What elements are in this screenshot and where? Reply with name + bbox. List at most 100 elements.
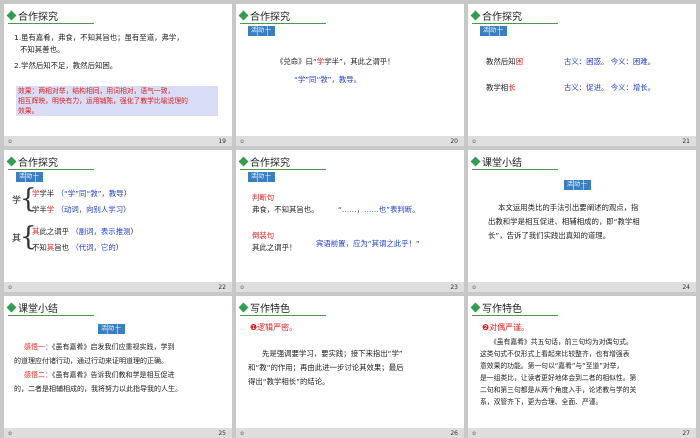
header-underline <box>472 169 558 170</box>
footer-logo: ✿ <box>8 139 13 145</box>
footer-logo: ✿ <box>8 285 13 291</box>
slide-thumbnail-19[interactable]: 合作探究 1.虽有嘉肴，弗食，不知其旨也；虽有至道，弗学， 不知其善也。 2.学… <box>4 4 232 146</box>
feature-line: 先是强调要学习，要实践；接下来指出“学” <box>262 349 403 358</box>
footer-logo: ✿ <box>472 139 477 145</box>
note-label: 效果： <box>18 87 39 95</box>
footer-logo: ✿ <box>472 431 477 437</box>
meaning-row-2: 古义：促进。 今义：增长。 <box>564 83 656 92</box>
slide-thumbnail-25[interactable]: 课堂小结 活动一 感悟一：《虽有嘉肴》启发我们应重视实践，学到 的道理应付诸行动… <box>4 296 232 438</box>
slide-thumbnail-21[interactable]: 合作探究 活动一 教然后知困 古义：困惑。 今义：困难。 教学相长 古义：促进。… <box>468 4 696 146</box>
sentence-type-label: 倒装句 <box>252 231 275 240</box>
summary-line: 长”，告诉了我们实践出真知的道理。 <box>488 231 611 240</box>
activity-badge: 活动一 <box>16 172 44 182</box>
slide-title: 合作探究 <box>18 158 58 169</box>
slide-header: 合作探究 活动一 <box>236 150 464 182</box>
usage-row-1: 学学半 （“学”同“敩”，教导） <box>32 189 132 198</box>
feature-line: 和“教”的作用；再由此进一步讨论其效果；最后 <box>248 363 404 372</box>
diamond-icon <box>470 10 481 21</box>
meaning-row-1: 古义：困惑。 今义：困难。 <box>564 57 656 66</box>
header-underline <box>240 169 326 170</box>
slide-footer: ✿ 21 <box>468 136 696 146</box>
header-underline <box>240 23 326 24</box>
slide-line: 2.学然后知不足，教然后知困。 <box>14 61 118 70</box>
slide-thumbnail-20[interactable]: 合作探究 活动一 《兑命》曰“学学半”，其此之谓乎！ “学”同“敩”，教导。 ✿… <box>236 4 464 146</box>
sentence-example: 其此之谓乎！ <box>252 243 297 252</box>
feature-line: 这类句式不仅形式上看起来比较整齐，也有增强表 <box>480 350 630 358</box>
slide-number: 24 <box>682 284 690 291</box>
usage-row-3: 其此之谓乎 （副词，表示推测） <box>32 227 138 236</box>
diamond-icon <box>238 156 249 167</box>
effect-note: 效果：两相对举，结构相同，用词相对，语气一致， 相互辉映，明快有力，运用铺陈，强… <box>18 87 188 115</box>
slide-thumbnail-22[interactable]: 合作探究 活动一 学 { 其 { 学学半 （“学”同“敩”，教导） 学半学 （动… <box>4 150 232 292</box>
slide-header: 合作探究 活动一 <box>236 4 464 36</box>
sentence-example: 弗食，不知其旨也。 <box>252 205 319 214</box>
slide-number: 19 <box>218 138 226 145</box>
feature-line: 系，双管齐下，更为合理、全面、严谨。 <box>480 398 603 406</box>
slide-thumbnail-23[interactable]: 合作探究 活动一 判断句 弗食，不知其旨也。 “……，……也”表判断。 倒装句 … <box>236 150 464 292</box>
diamond-icon <box>470 302 481 313</box>
slide-number: 25 <box>218 430 226 437</box>
insight-line: 感悟一：《虽有嘉肴》启发我们应重视实践，学到 <box>24 343 175 351</box>
slide-footer: ✿ 27 <box>468 428 696 438</box>
activity-badge: 活动一 <box>480 26 508 36</box>
slide-title: 课堂小结 <box>482 158 522 169</box>
sentence-explanation: “……，……也”表判断。 <box>338 205 420 214</box>
slide-header: 合作探究 活动一 <box>468 4 696 36</box>
header-underline <box>472 23 558 24</box>
word-row-2: 教学相长 <box>486 83 516 92</box>
slide-footer: ✿ 25 <box>4 428 232 438</box>
slide-title: 合作探究 <box>250 12 290 23</box>
header-underline <box>472 315 558 316</box>
activity-badge: 活动一 <box>564 180 592 190</box>
footer-logo: ✿ <box>8 431 13 437</box>
sentence-explanation: 宾语前置，应为“其谓之此乎！” <box>316 239 420 248</box>
slide-header: 课堂小结 活动一 <box>4 296 232 334</box>
insight-line: 的道理应付诸行动，通过行动来证明道理的正确。 <box>14 357 168 365</box>
slide-footer: ✿ 23 <box>236 282 464 292</box>
slide-number: 27 <box>682 430 690 437</box>
activity-badge: 活动一 <box>248 172 276 182</box>
feature-subtitle: ❶逻辑严密。 <box>250 323 298 332</box>
slide-thumbnail-26[interactable]: 写作特色 ❶逻辑严密。 先是强调要学习，要实践；接下来指出“学” 和“教”的作用… <box>236 296 464 438</box>
slide-footer: ✿ 24 <box>468 282 696 292</box>
footer-logo: ✿ <box>240 139 245 145</box>
feature-line: 《虽有嘉肴》共五句话，前三句均为对偶句式。 <box>490 338 633 346</box>
footer-logo: ✿ <box>240 285 245 291</box>
quote-line: 《兑命》曰“学学半”，其此之谓乎！ <box>276 57 395 66</box>
slide-number: 26 <box>450 430 458 437</box>
slide-thumbnail-27[interactable]: 写作特色 ❷对偶严谨。 《虽有嘉肴》共五句话，前三句均为对偶句式。 这类句式不仅… <box>468 296 696 438</box>
activity-badge: 活动一 <box>98 324 126 334</box>
summary-line: 出教和学是相互促进、相辅相成的，即“教学相 <box>488 217 640 226</box>
slide-footer: ✿ 20 <box>236 136 464 146</box>
feature-line: 意效果的功能。第一句以“嘉肴”与“至道”对举， <box>480 362 624 370</box>
diamond-icon <box>470 156 481 167</box>
slide-header: 写作特色 <box>236 296 464 320</box>
slide-line: 1.虽有嘉肴，弗食，不知其旨也；虽有至道，弗学， <box>14 33 184 42</box>
summary-line: 本文运用类比的手法引出要阐述的观点，指 <box>498 203 639 212</box>
slide-number: 22 <box>218 284 226 291</box>
slide-header: 课堂小结 活动一 <box>468 150 696 190</box>
slide-footer: ✿ 19 <box>4 136 232 146</box>
feature-line: 得出“教学相长”的结论。 <box>248 377 330 386</box>
header-underline <box>8 169 94 170</box>
footer-logo: ✿ <box>240 431 245 437</box>
diamond-icon <box>238 10 249 21</box>
header-underline <box>240 315 326 316</box>
slide-title: 写作特色 <box>482 304 522 315</box>
word-row-1: 教然后知困 <box>486 57 523 66</box>
slide-footer: ✿ 26 <box>236 428 464 438</box>
slide-number: 20 <box>450 138 458 145</box>
feature-line: 是一组类比，让读者更好地体会到二者的相似性。第 <box>480 374 637 382</box>
slide-thumbnail-24[interactable]: 课堂小结 活动一 本文运用类比的手法引出要阐述的观点，指 出教和学是相互促进、相… <box>468 150 696 292</box>
slide-number: 23 <box>450 284 458 291</box>
usage-row-2: 学半学 （动词，向别人学习） <box>32 205 131 214</box>
slide-line: 不知其善也。 <box>20 45 65 54</box>
slide-header: 写作特色 <box>468 296 696 320</box>
explanation-line: “学”同“敩”，教导。 <box>294 75 362 84</box>
header-underline <box>8 23 94 24</box>
slide-footer: ✿ 22 <box>4 282 232 292</box>
insight-line: 感悟二：《虽有嘉肴》告诉我们教和学是相互促进 <box>24 371 175 379</box>
slide-title: 合作探究 <box>250 158 290 169</box>
feature-subtitle: ❷对偶严谨。 <box>482 323 530 332</box>
footer-logo: ✿ <box>472 285 477 291</box>
